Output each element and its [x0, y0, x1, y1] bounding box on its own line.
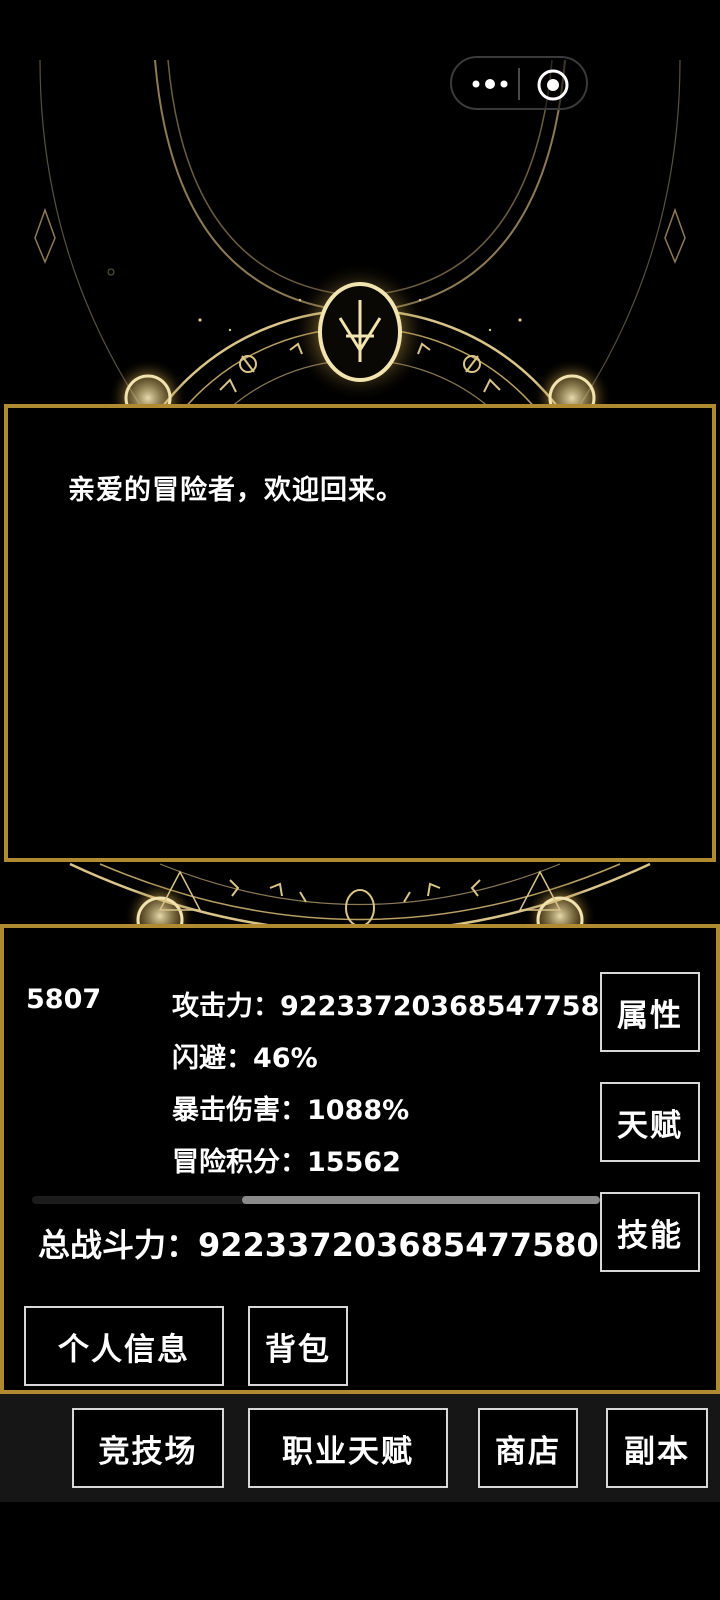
message-dialog: 亲爱的冒险者，欢迎回来。	[4, 404, 716, 862]
talent-button[interactable]: 天赋	[600, 1082, 700, 1162]
attributes-button[interactable]: 属性	[600, 972, 700, 1052]
level-value: 5807	[26, 984, 102, 1015]
profile-button[interactable]: 个人信息	[24, 1306, 224, 1386]
arena-button[interactable]: 竞技场	[72, 1408, 224, 1488]
character-stats-panel: 5807 攻击力：9223372036854775807 闪避：46% 暴击伤害…	[0, 924, 720, 1394]
dungeon-button[interactable]: 副本	[606, 1408, 708, 1488]
capsule-divider	[518, 68, 520, 100]
miniprogram-capsule	[450, 56, 588, 110]
more-dots-icon[interactable]	[470, 72, 510, 96]
class-talent-button[interactable]: 职业天赋	[248, 1408, 448, 1488]
welcome-message: 亲爱的冒险者，欢迎回来。	[68, 475, 404, 506]
experience-progress-bar	[32, 1196, 600, 1204]
crit-damage-stat: 暴击伤害：1088%	[172, 1095, 410, 1126]
dodge-stat: 闪避：46%	[172, 1043, 318, 1074]
shop-button[interactable]: 商店	[478, 1408, 578, 1488]
experience-progress-fill	[242, 1196, 600, 1204]
bag-button[interactable]: 背包	[248, 1306, 348, 1386]
skills-button[interactable]: 技能	[600, 1192, 700, 1272]
total-power: 总战斗力：9223372036854775807	[38, 1226, 622, 1264]
bottom-nav: 竞技场 职业天赋 商店 副本	[0, 1394, 720, 1502]
adventure-points-stat: 冒险积分：15562	[172, 1147, 401, 1178]
attack-stat: 攻击力：9223372036854775807	[172, 991, 637, 1022]
target-close-icon[interactable]	[536, 68, 570, 102]
